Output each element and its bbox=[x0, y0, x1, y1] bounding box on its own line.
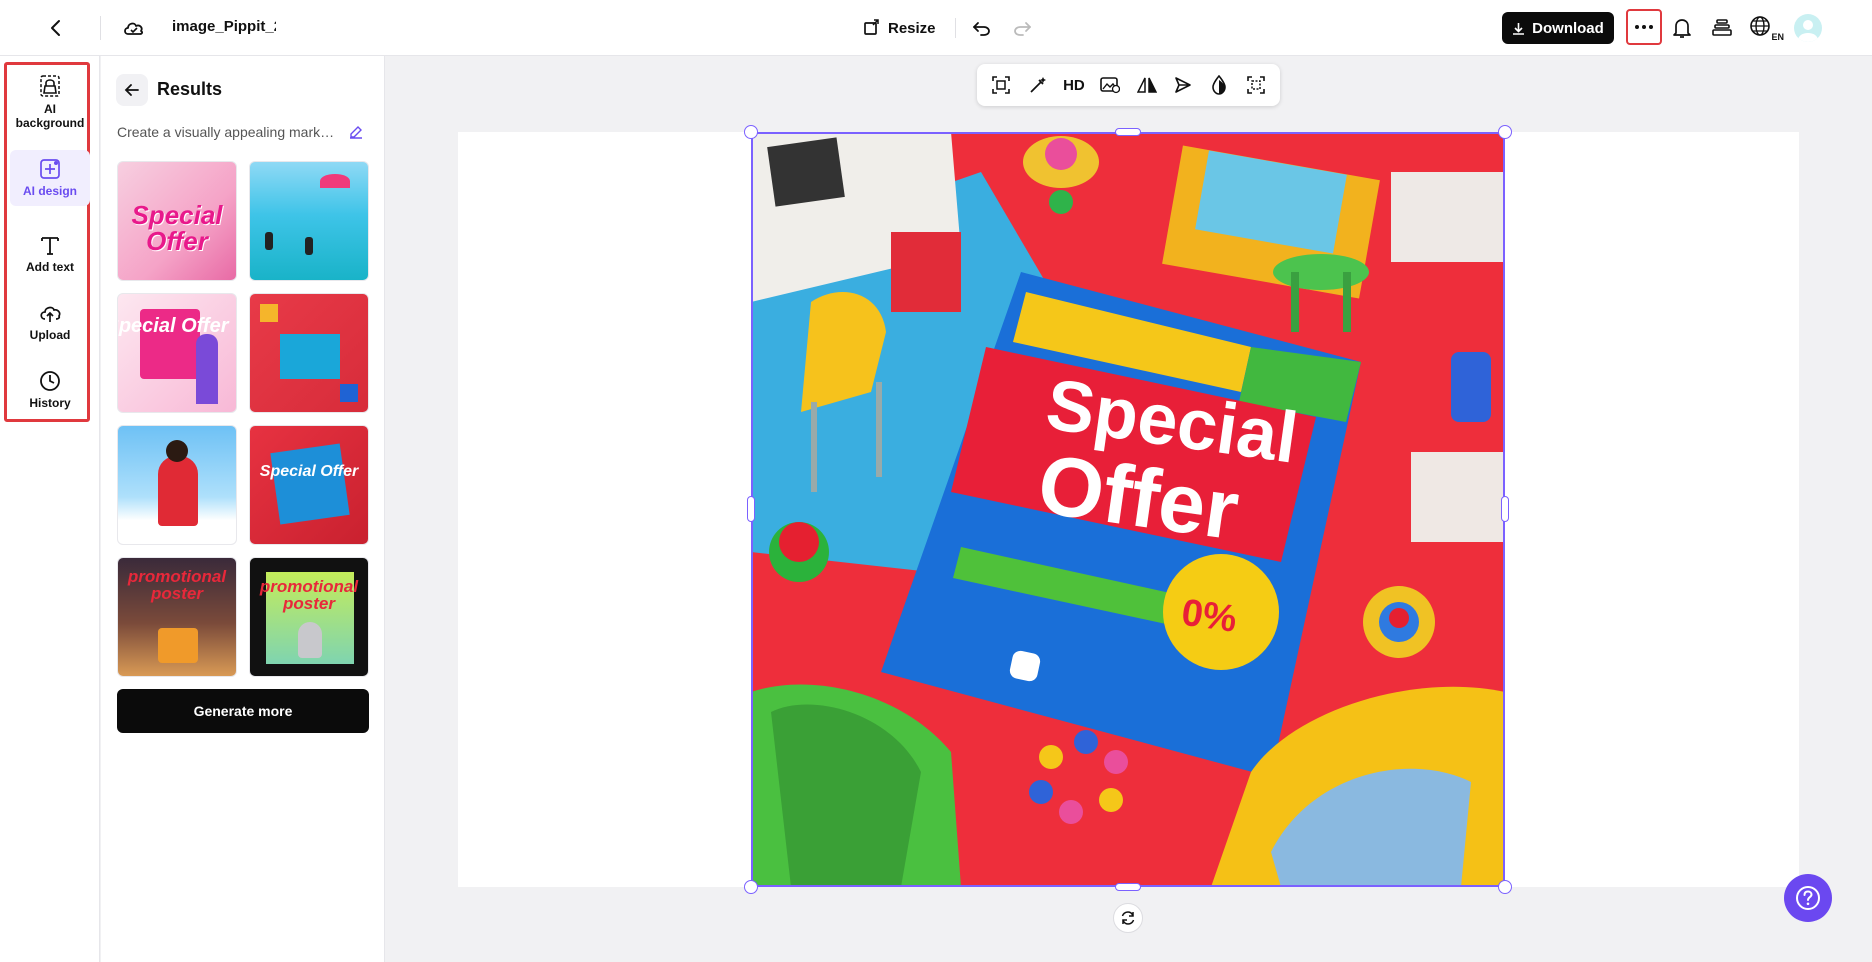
avatar[interactable] bbox=[1794, 14, 1822, 42]
layers-button[interactable] bbox=[1706, 12, 1738, 44]
cutout-button[interactable] bbox=[986, 70, 1016, 100]
generate-more-button[interactable]: Generate more bbox=[117, 689, 369, 733]
resize-handle-top[interactable] bbox=[1115, 128, 1141, 136]
poster-illustration: Special Offer 0% bbox=[751, 132, 1505, 887]
header-divider bbox=[955, 18, 956, 38]
tool-history[interactable]: History bbox=[10, 370, 90, 410]
tool-add-text[interactable]: Add text bbox=[10, 234, 90, 274]
magic-wand-icon bbox=[1029, 77, 1046, 93]
header-divider bbox=[100, 16, 101, 40]
resize-handle-bottom-right[interactable] bbox=[1498, 880, 1512, 894]
droplet-icon bbox=[1212, 75, 1227, 95]
resize-handle-bottom[interactable] bbox=[1115, 883, 1141, 891]
cloud-icon bbox=[124, 22, 143, 35]
result-thumbnail[interactable]: promotional poster bbox=[249, 557, 369, 677]
notifications-button[interactable] bbox=[1666, 12, 1698, 44]
poster-badge: 0% bbox=[1179, 592, 1239, 641]
ai-background-icon bbox=[40, 75, 60, 97]
tool-ai-background[interactable]: AI background bbox=[10, 74, 90, 130]
user-avatar-icon bbox=[1798, 20, 1818, 42]
bell-icon bbox=[1673, 19, 1691, 38]
hd-upscale-button[interactable]: HD bbox=[1059, 70, 1089, 100]
undo-button[interactable] bbox=[966, 12, 998, 44]
result-thumbnail[interactable] bbox=[249, 293, 369, 413]
language-button[interactable]: EN bbox=[1748, 12, 1784, 44]
history-icon bbox=[40, 371, 60, 391]
replace-image-button[interactable] bbox=[1095, 70, 1125, 100]
result-thumbnail[interactable]: Special Offer bbox=[117, 161, 237, 281]
thumbnail-caption: promotional poster bbox=[127, 567, 227, 603]
rotate-icon bbox=[1121, 911, 1135, 925]
result-thumbnail[interactable] bbox=[249, 161, 369, 281]
send-icon bbox=[1175, 77, 1191, 93]
tool-upload[interactable]: Upload bbox=[10, 302, 90, 342]
redo-icon bbox=[1014, 22, 1031, 36]
arrow-left-icon bbox=[124, 84, 139, 96]
resize-handle-top-left[interactable] bbox=[744, 125, 758, 139]
ai-design-icon bbox=[40, 159, 60, 179]
globe-icon bbox=[1750, 16, 1770, 36]
download-label: Download bbox=[1532, 19, 1604, 37]
tool-label: AI background bbox=[15, 102, 85, 130]
resize-handle-right[interactable] bbox=[1501, 496, 1509, 522]
resize-button[interactable]: Resize bbox=[854, 12, 944, 44]
focus-frame-icon bbox=[1247, 76, 1265, 94]
opacity-button[interactable] bbox=[1204, 70, 1234, 100]
download-button[interactable]: Download bbox=[1502, 12, 1614, 44]
thumbnail-caption: Special Offer bbox=[259, 463, 359, 480]
magic-edit-button[interactable] bbox=[1023, 70, 1053, 100]
results-back-button[interactable] bbox=[116, 74, 148, 106]
tool-ai-design[interactable]: AI design bbox=[10, 150, 90, 206]
thumbnail-caption: promotional poster bbox=[259, 577, 359, 613]
pencil-icon bbox=[350, 126, 362, 139]
undo-icon bbox=[973, 22, 990, 36]
tool-label: Add text bbox=[26, 260, 74, 274]
resize-handle-left[interactable] bbox=[747, 496, 755, 522]
tool-label: AI design bbox=[22, 184, 77, 198]
more-options-button[interactable] bbox=[1626, 9, 1662, 45]
resize-handle-top-right[interactable] bbox=[1498, 125, 1512, 139]
image-toolbar: HD bbox=[977, 64, 1280, 106]
cutout-icon bbox=[992, 76, 1010, 94]
back-button[interactable] bbox=[40, 12, 72, 44]
cloud-save-button[interactable] bbox=[118, 12, 150, 44]
text-icon bbox=[41, 237, 59, 255]
crop-select-button[interactable] bbox=[1241, 70, 1271, 100]
flip-icon bbox=[1136, 77, 1157, 93]
resize-handle-bottom-left[interactable] bbox=[744, 880, 758, 894]
download-icon bbox=[1513, 22, 1525, 35]
flip-button[interactable] bbox=[1132, 70, 1162, 100]
result-thumbnail[interactable]: promotional poster bbox=[117, 557, 237, 677]
help-icon bbox=[1796, 886, 1820, 910]
language-label: EN bbox=[1771, 32, 1784, 42]
rotate-button[interactable] bbox=[1113, 903, 1143, 933]
result-thumbnail[interactable]: Special Offer bbox=[117, 293, 237, 413]
layers-icon bbox=[1712, 19, 1732, 36]
prompt-text: Create a visually appealing marketing po… bbox=[117, 124, 339, 140]
image-swap-icon bbox=[1100, 77, 1121, 94]
file-title[interactable]: image_Pippit_2025 bbox=[172, 18, 276, 35]
result-thumbnail[interactable]: Special Offer bbox=[249, 425, 369, 545]
edit-prompt-button[interactable] bbox=[346, 122, 366, 142]
redo-button[interactable] bbox=[1006, 12, 1038, 44]
tool-label: Upload bbox=[29, 328, 71, 342]
thumbnail-caption: Special Offer bbox=[131, 200, 223, 256]
resize-icon bbox=[864, 19, 879, 35]
help-button[interactable] bbox=[1784, 874, 1832, 922]
design-image[interactable]: Special Offer 0% bbox=[751, 132, 1505, 887]
results-title: Results bbox=[157, 79, 223, 99]
thumbnail-caption: Special Offer bbox=[117, 315, 229, 337]
tool-label: History bbox=[29, 396, 71, 410]
result-thumbnail[interactable] bbox=[117, 425, 237, 545]
more-horizontal-icon bbox=[1635, 25, 1653, 29]
upload-icon bbox=[40, 306, 61, 322]
chevron-left-icon bbox=[51, 20, 60, 36]
resize-label: Resize bbox=[888, 19, 936, 37]
send-button[interactable] bbox=[1168, 70, 1198, 100]
